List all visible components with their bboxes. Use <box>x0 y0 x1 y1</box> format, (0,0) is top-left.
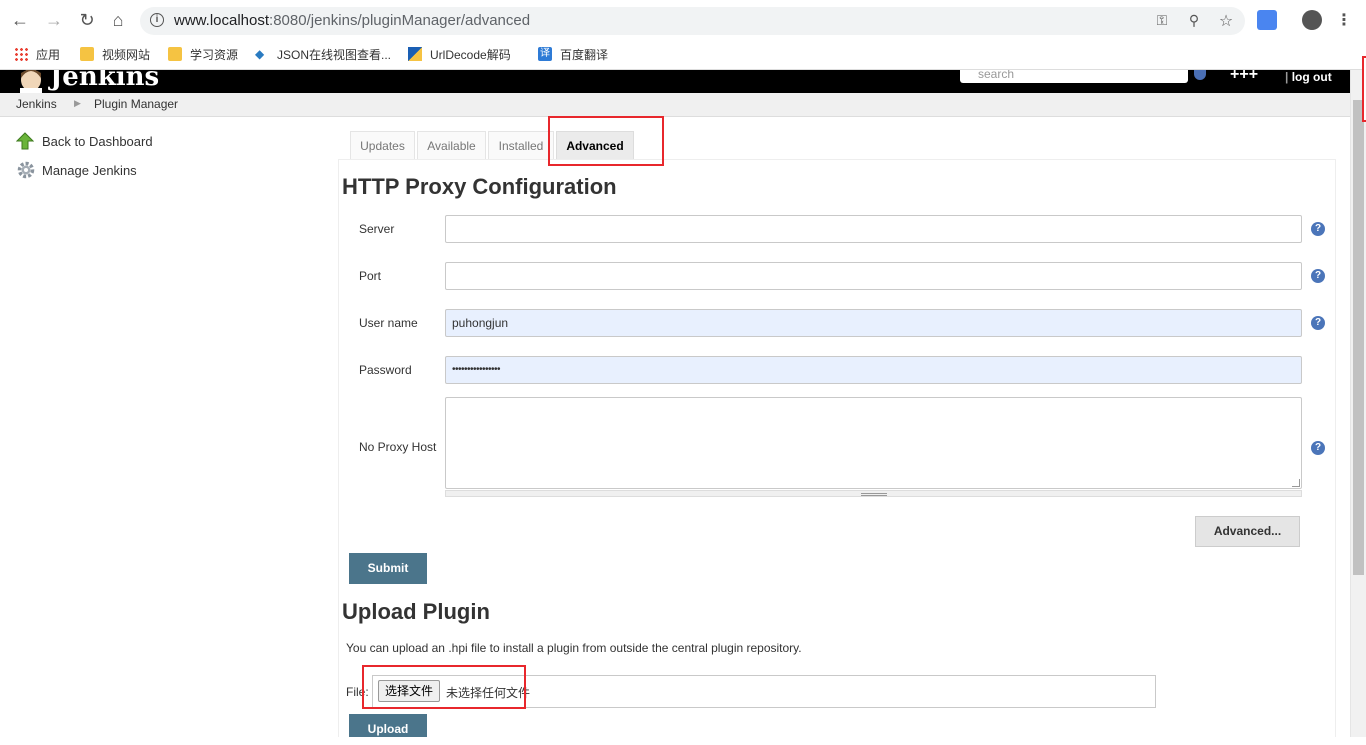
key-icon[interactable]: ⚿ <box>1153 12 1171 30</box>
submit-button[interactable]: Submit <box>349 553 427 584</box>
bookmark-label: UrlDecode解码 <box>430 47 511 62</box>
google-translate-icon[interactable] <box>1257 10 1277 30</box>
tab-installed[interactable]: Installed <box>488 131 554 160</box>
port-label: Port <box>359 269 382 283</box>
up-arrow-icon <box>16 132 34 150</box>
scrollbar-thumb[interactable] <box>1353 100 1364 575</box>
address-bar[interactable]: i www.localhost:8080/jenkins/pluginManag… <box>140 7 1245 35</box>
port-input[interactable] <box>445 262 1302 290</box>
bookmark-urldecode[interactable]: UrlDecode解码 <box>408 45 511 63</box>
bookmark-label: 视频网站 <box>102 47 151 62</box>
urldecode-icon <box>408 47 422 61</box>
breadcrumb-plugin-manager[interactable]: Plugin Manager <box>94 97 178 111</box>
translate-icon: 译 <box>538 47 552 61</box>
port-help-icon[interactable]: ? <box>1311 269 1325 283</box>
bookmark-label: 学习资源 <box>190 47 239 62</box>
jenkins-header: Jenkins search +++ | log out <box>0 70 1350 93</box>
bookmark-label: JSON在线视图查看... <box>277 47 392 62</box>
username-input[interactable]: puhongjun <box>445 309 1302 337</box>
tab-available[interactable]: Available <box>417 131 486 160</box>
url-host: www.localhost <box>174 12 270 29</box>
password-input[interactable]: •••••••••••••••• <box>445 356 1302 384</box>
server-input[interactable] <box>445 215 1302 243</box>
info-icon[interactable]: i <box>150 13 164 27</box>
address-url[interactable]: www.localhost:8080/jenkins/pluginManager… <box>174 12 530 29</box>
tab-updates[interactable]: Updates <box>350 131 415 160</box>
search-input[interactable]: search <box>960 70 1188 83</box>
grip-icon <box>861 493 887 496</box>
gear-icon <box>17 161 35 179</box>
server-help-icon[interactable]: ? <box>1311 222 1325 236</box>
json-icon: ◆ <box>255 47 265 61</box>
reload-icon[interactable]: ↻ <box>75 8 99 32</box>
proxy-section-title: HTTP Proxy Configuration <box>342 174 617 199</box>
bookmarks-bar: 应用 视频网站 学习资源 ◆ JSON在线视图查看... UrlDecode解码… <box>0 40 1366 68</box>
folder-icon <box>80 47 94 61</box>
sidebar-item-label: Back to Dashboard <box>42 133 153 149</box>
back-arrow-icon[interactable]: ← <box>8 8 32 32</box>
highlight-scroll-edge <box>1362 56 1366 122</box>
profile-icon[interactable] <box>1302 10 1322 30</box>
bookmark-label: 百度翻译 <box>560 47 609 62</box>
bookmark-label: 应用 <box>36 47 61 62</box>
bookmark-json-viewer[interactable]: ◆ JSON在线视图查看... <box>255 45 391 63</box>
upload-button[interactable]: Upload <box>349 714 427 737</box>
sidebar-item-label: Manage Jenkins <box>42 162 137 178</box>
no-proxy-host-label: No Proxy Host <box>359 440 437 454</box>
apps-grid-icon <box>14 47 28 61</box>
password-label: Password <box>359 363 412 377</box>
upload-section-title: Upload Plugin <box>342 599 490 624</box>
textarea-expand-handle[interactable] <box>445 490 1302 497</box>
bookmark-video-sites[interactable]: 视频网站 <box>80 45 150 63</box>
server-label: Server <box>359 222 395 236</box>
browser-toolbar: ← → ↻ ⌂ i www.localhost:8080/jenkins/plu… <box>0 0 1366 40</box>
jenkins-logo[interactable]: Jenkins <box>50 70 159 92</box>
search-help-icon[interactable] <box>1194 70 1206 80</box>
user-name-link[interactable]: +++ <box>1230 70 1258 84</box>
no-proxy-host-textarea[interactable] <box>445 397 1302 489</box>
bookmark-apps[interactable]: 应用 <box>14 45 60 63</box>
jenkins-butler-icon <box>20 70 42 93</box>
no-proxy-host-help-icon[interactable]: ? <box>1311 441 1325 455</box>
upload-description: You can upload an .hpi file to install a… <box>346 641 802 655</box>
star-icon[interactable]: ☆ <box>1217 11 1235 30</box>
menu-kebab-icon[interactable]: ⋮ <box>1332 8 1356 32</box>
highlight-advanced-tab <box>548 116 664 166</box>
resize-grip-icon[interactable] <box>1292 479 1300 487</box>
browser-chrome: ← → ↻ ⌂ i www.localhost:8080/jenkins/plu… <box>0 0 1366 70</box>
username-label: User name <box>359 316 418 330</box>
home-icon[interactable]: ⌂ <box>106 8 130 32</box>
url-path: :8080/jenkins/pluginManager/advanced <box>269 12 531 29</box>
username-help-icon[interactable]: ? <box>1311 316 1325 330</box>
logout-label: log out <box>1291 70 1332 84</box>
zoom-icon[interactable]: ⚲ <box>1185 12 1203 30</box>
advanced-button[interactable]: Advanced... <box>1195 516 1300 547</box>
page-scrollbar[interactable] <box>1350 70 1366 737</box>
forward-arrow-icon[interactable]: → <box>42 8 66 32</box>
breadcrumb-jenkins[interactable]: Jenkins <box>16 97 57 111</box>
breadcrumb: Jenkins ▶ Plugin Manager <box>0 93 1350 117</box>
bookmark-learning[interactable]: 学习资源 <box>168 45 238 63</box>
highlight-file-chooser <box>362 665 526 709</box>
sidebar-item-back-to-dashboard[interactable]: Back to Dashboard <box>16 131 153 151</box>
bookmark-baidu-translate[interactable]: 译 百度翻译 <box>538 45 608 63</box>
folder-icon <box>168 47 182 61</box>
logout-link[interactable]: | log out <box>1285 70 1332 84</box>
breadcrumb-separator-icon: ▶ <box>74 98 81 108</box>
sidebar-item-manage-jenkins[interactable]: Manage Jenkins <box>16 160 137 180</box>
search-placeholder: search <box>978 70 1015 81</box>
